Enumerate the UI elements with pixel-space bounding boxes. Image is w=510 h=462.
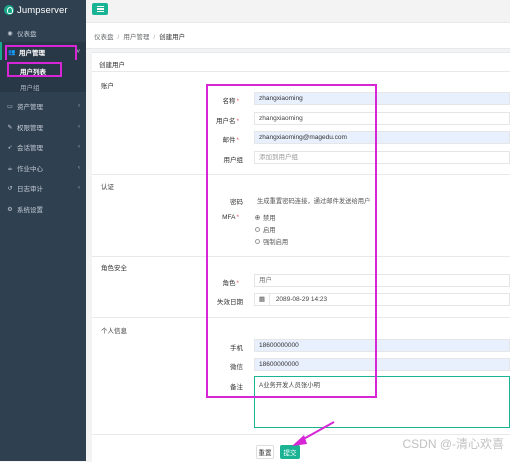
breadcrumb: 仪表盘 / 用户管理 / 创建用户: [94, 34, 186, 41]
annotation-highlight-user-list: [7, 62, 62, 77]
section-title-role: 角色安全: [101, 265, 127, 272]
panel-title: 创建用户: [99, 62, 125, 69]
sidebar-item-label: 权限管理: [17, 125, 43, 132]
app-name: Jumpserver: [17, 4, 68, 16]
dashboard-icon: ◉: [7, 30, 13, 37]
chevron-left-icon: ‹: [78, 144, 80, 150]
section-title-profile: 个人信息: [101, 328, 127, 335]
chevron-left-icon: ‹: [78, 124, 80, 130]
app-logo[interactable]: Jumpserver: [4, 3, 68, 17]
sidebar-item-label: 作业中心: [17, 166, 43, 173]
sidebar-item-settings[interactable]: ⚙ 系统设置: [0, 199, 86, 219]
breadcrumb-item-current: 创建用户: [159, 34, 186, 41]
gears-icon: ⚙: [7, 206, 13, 213]
section-title-auth: 认证: [101, 184, 114, 191]
sidebar-item-label: 系统设置: [17, 207, 43, 214]
chevron-left-icon: ‹: [78, 165, 80, 171]
sidebar-item-label: 资产管理: [17, 104, 43, 111]
top-bar: [86, 0, 510, 23]
sidebar: Jumpserver ◉ 仪表盘 👥 用户管理 ˅ 用户列表 用户组 ▭ 资产管…: [0, 0, 86, 461]
section-title-account: 账户: [101, 83, 114, 90]
breadcrumb-item-users[interactable]: 用户管理: [123, 34, 149, 41]
coffee-icon: ☕: [7, 165, 13, 172]
sidebar-toggle-button[interactable]: [92, 3, 108, 15]
sidebar-item-jobs[interactable]: ☕ 作业中心 ‹: [0, 158, 86, 178]
sidebar-item-sessions[interactable]: ➶ 会话管理 ‹: [0, 137, 86, 157]
inbox-icon: ▭: [7, 103, 13, 110]
chevron-left-icon: ‹: [78, 103, 80, 109]
sidebar-item-permissions[interactable]: ✎ 权限管理 ‹: [0, 117, 86, 137]
history-icon: ↺: [7, 185, 13, 192]
breadcrumb-bar: 仪表盘 / 用户管理 / 创建用户: [86, 23, 510, 49]
annotation-arrow-icon: [292, 421, 335, 446]
sidebar-item-label: 仪表盘: [17, 31, 37, 38]
reset-button[interactable]: 重置: [256, 445, 274, 459]
chevron-down-icon: ˅: [76, 49, 80, 55]
divider: [92, 71, 510, 72]
hamburger-icon: [96, 5, 104, 8]
sidebar-item-dashboard[interactable]: ◉ 仪表盘: [0, 23, 86, 43]
watermark: CSDN @-清心欢喜: [402, 437, 504, 451]
sidebar-item-label: 日志审计: [17, 186, 43, 193]
annotation-highlight-form: [206, 84, 377, 398]
sidebar-item-label: 会话管理: [17, 145, 43, 152]
jumpserver-logo-icon: [4, 5, 14, 15]
sidebar-item-audit[interactable]: ↺ 日志审计 ‹: [0, 178, 86, 198]
rocket-icon: ➶: [7, 144, 13, 151]
sidebar-item-assets[interactable]: ▭ 资产管理 ‹: [0, 96, 86, 116]
chevron-left-icon: ‹: [78, 185, 80, 191]
sidebar-subitem-user-group[interactable]: 用户组: [20, 82, 40, 92]
edit-icon: ✎: [7, 124, 13, 131]
breadcrumb-item-dashboard[interactable]: 仪表盘: [94, 34, 114, 41]
